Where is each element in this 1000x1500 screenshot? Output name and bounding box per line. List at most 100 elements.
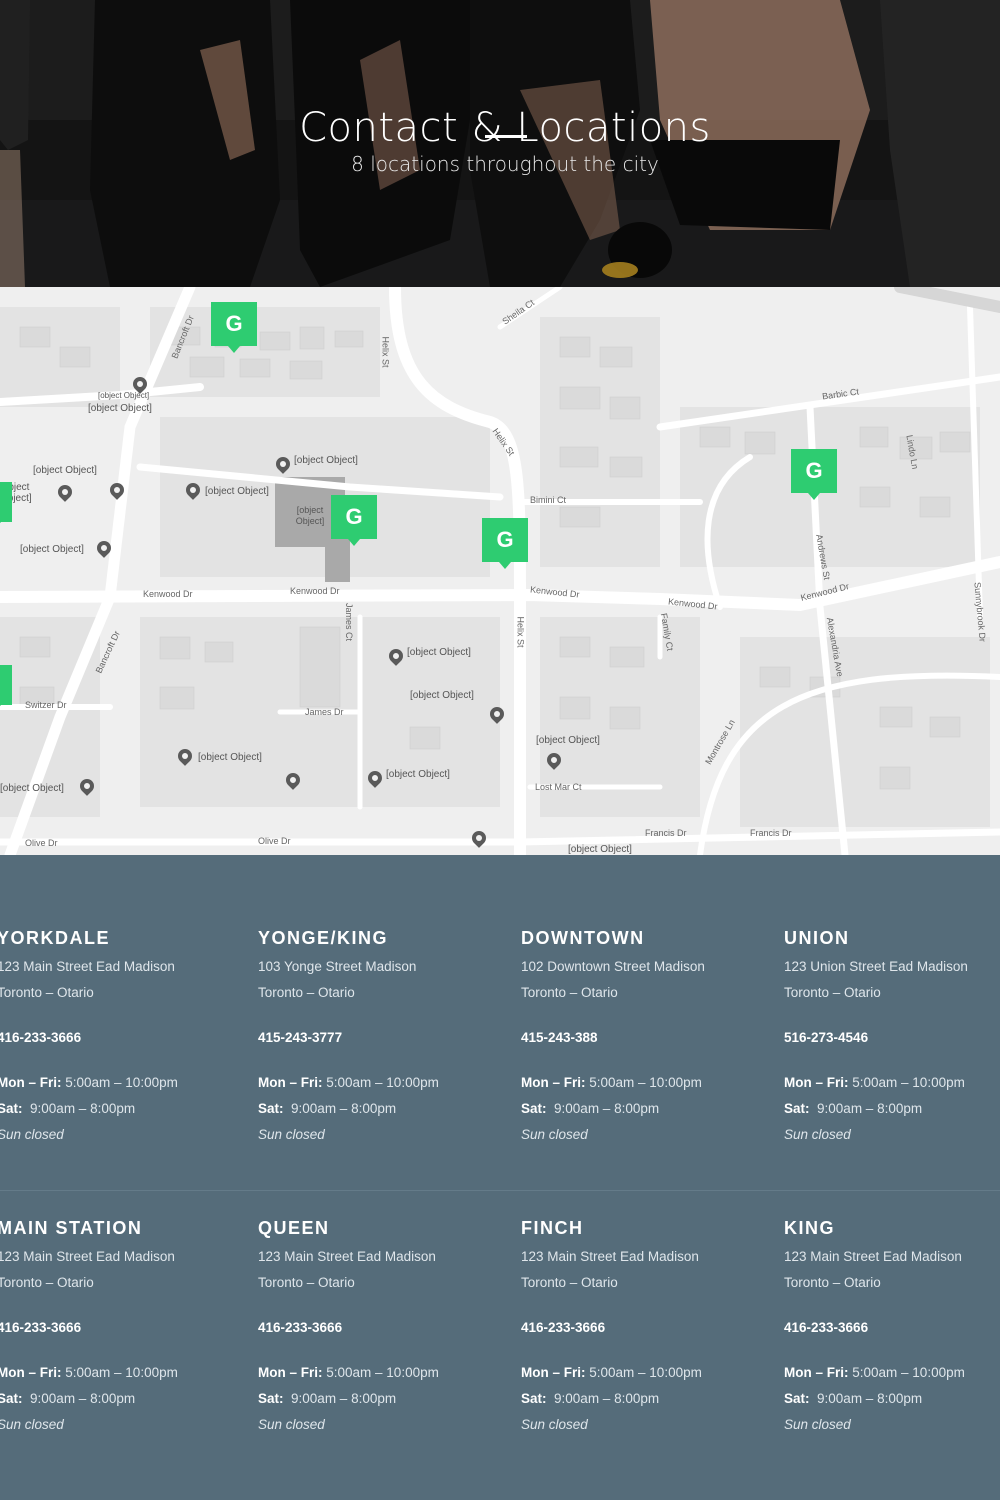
weekday-label: Mon – Fri:: [0, 1365, 62, 1380]
location-phone[interactable]: 416-233-3666: [521, 1315, 771, 1341]
poi-marker[interactable]: [183, 480, 203, 500]
saturday-hours: 9:00am – 8:00pm: [817, 1391, 923, 1406]
hero-banner: Contact & Locations 8 locations througho…: [0, 0, 1000, 287]
poi-marker[interactable]: [94, 538, 114, 558]
page-subtitle: 8 locations throughout the city: [351, 152, 659, 176]
street-label: Bimini Ct: [530, 495, 567, 505]
weekday-hours-row: Mon – Fri: 5:00am – 10:00pm: [0, 1360, 247, 1386]
locations-list: YORKDALE 123 Main Street Ead Madison Toron…: [0, 855, 1000, 1500]
location-address: 102 Downtown Street Madison: [521, 959, 705, 974]
saturday-hours-row: Sat: 9:00am – 8:00pm: [258, 1096, 508, 1122]
location-phone[interactable]: 415-243-3777: [258, 1025, 508, 1051]
poi-marker[interactable]: [365, 768, 385, 788]
map-pin-icon: [94, 538, 114, 558]
saturday-hours-row: Sat: 9:00am – 8:00pm: [521, 1386, 771, 1412]
map-pin-icon: [469, 828, 489, 848]
map-pin-icon: [130, 374, 150, 394]
place-label: [object Object]: [0, 783, 64, 794]
poi-marker[interactable]: [55, 482, 75, 502]
place-label: [object Object]: [568, 844, 632, 855]
location-phone[interactable]: 416-233-3666: [0, 1025, 247, 1051]
section-divider: [0, 1190, 1000, 1191]
poi-marker[interactable]: [77, 776, 97, 796]
location-name: FINCH: [521, 1218, 584, 1238]
saturday-label: Sat:: [258, 1391, 284, 1406]
location-hours: Mon – Fri: 5:00am – 10:00pm Sat: 9:00am –…: [0, 1360, 247, 1438]
location-city: Toronto – Otario: [521, 985, 618, 1000]
saturday-label: Sat:: [0, 1391, 23, 1406]
weekday-hours: 5:00am – 10:00pm: [326, 1365, 439, 1380]
street-label: Helix St: [380, 336, 391, 368]
map-pin-icon: [487, 704, 507, 724]
saturday-hours-row: Sat: 9:00am – 8:00pm: [784, 1096, 1000, 1122]
sunday-hours: Sun closed: [0, 1127, 64, 1142]
location-phone[interactable]: 516-273-4546: [784, 1025, 1000, 1051]
weekday-label: Mon – Fri:: [784, 1365, 849, 1380]
poi-marker[interactable]: [544, 750, 564, 770]
poi-marker[interactable]: [130, 374, 150, 394]
poi-marker[interactable]: [283, 770, 303, 790]
poi-marker[interactable]: [386, 646, 406, 666]
location-phone[interactable]: 416-233-3666: [0, 1315, 247, 1341]
poi-marker[interactable]: [175, 746, 195, 766]
weekday-hours: 5:00am – 10:00pm: [589, 1365, 702, 1380]
location-phone[interactable]: 416-233-3666: [784, 1315, 1000, 1341]
location-card: KING 123 Main Street Ead Madison Toronto –…: [784, 1218, 1000, 1438]
weekday-hours-row: Mon – Fri: 5:00am – 10:00pm: [784, 1070, 1000, 1096]
location-phone[interactable]: 416-233-3666: [258, 1315, 508, 1341]
location-name: DOWNTOWN: [521, 928, 645, 948]
location-name: MAIN STATION: [0, 1218, 143, 1238]
weekday-label: Mon – Fri:: [0, 1075, 62, 1090]
location-hours: Mon – Fri: 5:00am – 10:00pm Sat: 9:00am –…: [0, 1070, 247, 1148]
location-card: MAIN STATION 123 Main Street Ead Madison T…: [0, 1218, 247, 1438]
weekday-hours-row: Mon – Fri: 5:00am – 10:00pm: [258, 1360, 508, 1386]
street-label: Switzer Dr: [25, 700, 67, 710]
location-card: UNION 123 Union Street Ead Madison Toronto…: [784, 928, 1000, 1148]
location-card: QUEEN 123 Main Street Ead Madison Toronto …: [258, 1218, 508, 1438]
saturday-hours-row: Sat: 9:00am – 8:00pm: [521, 1096, 771, 1122]
poi-marker[interactable]: [273, 454, 293, 474]
location-hours: Mon – Fri: 5:00am – 10:00pm Sat: 9:00am –…: [258, 1070, 508, 1148]
saturday-label: Sat:: [784, 1101, 810, 1116]
street-label: Kenwood Dr: [143, 589, 193, 599]
location-address: 123 Main Street Ead Madison: [784, 1249, 962, 1264]
gym-location-marker[interactable]: G: [0, 482, 12, 529]
street-label: Olive Dr: [25, 838, 58, 848]
sunday-hours: Sun closed: [258, 1417, 325, 1432]
gym-location-marker[interactable]: G: [0, 665, 12, 712]
poi-marker[interactable]: [487, 704, 507, 724]
location-hours: Mon – Fri: 5:00am – 10:00pm Sat: 9:00am –…: [521, 1070, 771, 1148]
street-label: James Ct: [344, 602, 355, 642]
map-pin-icon: [544, 750, 564, 770]
location-phone[interactable]: 415-243-388: [521, 1025, 771, 1051]
saturday-hours: 9:00am – 8:00pm: [30, 1391, 136, 1406]
location-address: 123 Main Street Ead Madison: [258, 1249, 436, 1264]
weekday-hours: 5:00am – 10:00pm: [326, 1075, 439, 1090]
place-label: [object Object]: [386, 769, 450, 780]
location-city: Toronto – Otario: [258, 985, 355, 1000]
location-city: Toronto – Otario: [784, 1275, 881, 1290]
gym-location-marker[interactable]: G: [791, 449, 837, 500]
location-city: Toronto – Otario: [0, 1275, 94, 1290]
poi-marker[interactable]: [469, 828, 489, 848]
gym-location-marker[interactable]: G: [482, 518, 528, 569]
saturday-hours: 9:00am – 8:00pm: [291, 1391, 397, 1406]
place-label: [object Object]: [410, 690, 474, 701]
location-name: YORKDALE: [0, 928, 111, 948]
saturday-hours: 9:00am – 8:00pm: [554, 1101, 660, 1116]
location-name: KING: [784, 1218, 835, 1238]
location-name: QUEEN: [258, 1218, 330, 1238]
poi-marker[interactable]: [107, 480, 127, 500]
weekday-hours-row: Mon – Fri: 5:00am – 10:00pm: [784, 1360, 1000, 1386]
gym-location-marker[interactable]: G: [331, 495, 377, 546]
saturday-label: Sat:: [521, 1101, 547, 1116]
place-label: [object Object]: [295, 505, 325, 526]
map-pin-icon: [55, 482, 75, 502]
locations-map[interactable]: Bancroft Dr Bancroft Dr Kenwood Dr Kenwo…: [0, 287, 1000, 855]
weekday-hours: 5:00am – 10:00pm: [65, 1075, 178, 1090]
title-divider: [485, 135, 527, 138]
street-label: Olive Dr: [258, 836, 291, 846]
gym-location-marker[interactable]: G: [211, 302, 257, 353]
street-label: Kenwood Dr: [290, 586, 340, 596]
location-hours: Mon – Fri: 5:00am – 10:00pm Sat: 9:00am –…: [784, 1360, 1000, 1438]
